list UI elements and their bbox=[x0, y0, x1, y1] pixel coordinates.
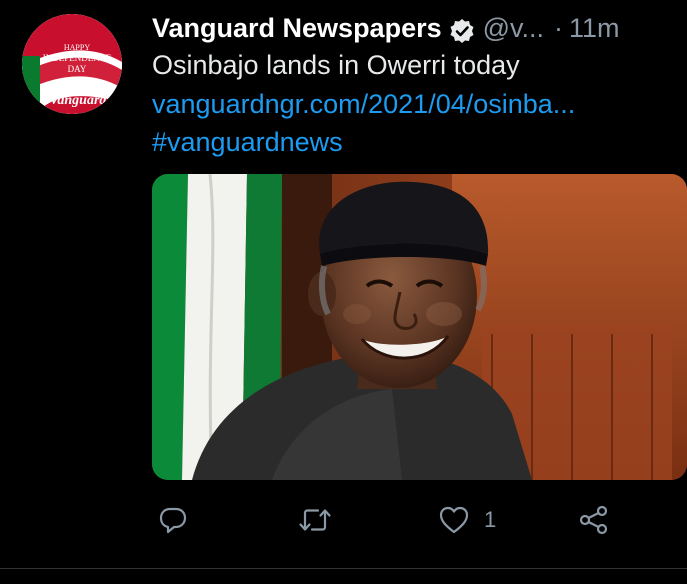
tweet-photo[interactable] bbox=[152, 174, 687, 480]
tweet-divider bbox=[0, 568, 687, 569]
avatar-text-line1: HAPPY bbox=[64, 43, 90, 52]
tweet-header: Vanguard Newspapers @v... · 11m bbox=[152, 8, 672, 48]
retweet-icon bbox=[298, 505, 332, 535]
author-display-name[interactable]: Vanguard Newspapers bbox=[152, 8, 442, 48]
avatar-text-line4: FROM bbox=[67, 77, 88, 85]
share-button[interactable] bbox=[578, 500, 610, 540]
verified-badge-icon bbox=[449, 15, 475, 43]
separator-dot: · bbox=[554, 13, 564, 43]
avatar-text-line3: DAY bbox=[68, 64, 87, 74]
like-button[interactable]: 1 bbox=[438, 500, 496, 540]
tweet-text: Osinbajo lands in Owerri today vanguardn… bbox=[152, 46, 672, 162]
author-handle[interactable]: @v... bbox=[483, 8, 544, 48]
reply-icon bbox=[158, 505, 188, 535]
reply-button[interactable] bbox=[158, 500, 188, 540]
avatar-text-line2: INDEPENDENCE bbox=[43, 53, 112, 63]
avatar-brand-text: Vanguard bbox=[50, 93, 108, 108]
heart-icon bbox=[438, 505, 470, 535]
author-avatar[interactable]: HAPPY INDEPENDENCE DAY FROM Vanguard bbox=[22, 14, 122, 114]
tweet-timestamp[interactable]: 11m bbox=[569, 8, 620, 48]
like-count: 1 bbox=[484, 507, 497, 532]
tweet-actions: 1 bbox=[152, 500, 632, 540]
tweet-hashtag[interactable]: #vanguardnews bbox=[152, 123, 672, 162]
tweet[interactable]: HAPPY INDEPENDENCE DAY FROM Vanguard Van… bbox=[0, 0, 687, 584]
share-icon bbox=[578, 505, 610, 535]
tweet-link[interactable]: vanguardngr.com/2021/04/osinba... bbox=[152, 85, 672, 124]
retweet-button[interactable] bbox=[298, 500, 332, 540]
tweet-text-content: Osinbajo lands in Owerri today bbox=[152, 50, 520, 80]
